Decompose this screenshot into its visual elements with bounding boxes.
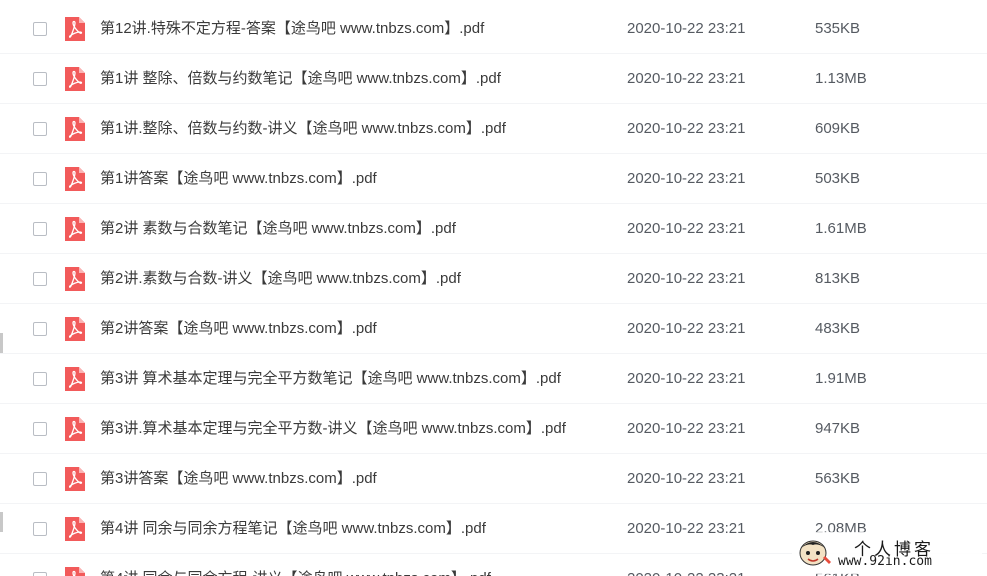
mascot-icon bbox=[796, 536, 832, 575]
row-checkbox[interactable] bbox=[33, 422, 47, 436]
file-size: 483KB bbox=[815, 320, 861, 337]
file-modified-date: 2020-10-22 23:21 bbox=[627, 370, 746, 387]
file-name[interactable]: 第3讲答案【途鸟吧 www.tnbzs.com】.pdf bbox=[100, 469, 377, 489]
pdf-icon bbox=[63, 566, 87, 576]
pdf-icon bbox=[63, 166, 87, 192]
pdf-icon bbox=[63, 66, 87, 92]
file-name[interactable]: 第1讲.整除、倍数与约数-讲义【途鸟吧 www.tnbzs.com】.pdf bbox=[100, 119, 506, 139]
row-checkbox[interactable] bbox=[33, 572, 47, 576]
row-checkbox[interactable] bbox=[33, 322, 47, 336]
scrollbar-marker[interactable] bbox=[0, 333, 3, 353]
file-row[interactable]: 第3讲.算术基本定理与完全平方数-讲义【途鸟吧 www.tnbzs.com】.p… bbox=[0, 404, 987, 454]
pdf-icon bbox=[63, 16, 87, 42]
file-row[interactable]: 第2讲.素数与合数-讲义【途鸟吧 www.tnbzs.com】.pdf 2020… bbox=[0, 254, 987, 304]
file-name[interactable]: 第2讲 素数与合数笔记【途鸟吧 www.tnbzs.com】.pdf bbox=[100, 219, 456, 239]
file-row[interactable]: 第2讲答案【途鸟吧 www.tnbzs.com】.pdf 2020-10-22 … bbox=[0, 304, 987, 354]
file-list: 第12讲.特殊不定方程-答案【途鸟吧 www.tnbzs.com】.pdf 20… bbox=[0, 0, 987, 576]
file-modified-date: 2020-10-22 23:21 bbox=[627, 569, 745, 576]
file-row[interactable]: 第3讲 算术基本定理与完全平方数笔记【途鸟吧 www.tnbzs.com】.pd… bbox=[0, 354, 987, 404]
file-name[interactable]: 第4讲.同余与同余方程-讲义【途鸟吧 www.tnbzs.com】.pdf bbox=[100, 569, 491, 576]
row-checkbox[interactable] bbox=[33, 372, 47, 386]
file-modified-date: 2020-10-22 23:21 bbox=[627, 220, 746, 237]
row-checkbox[interactable] bbox=[33, 472, 47, 486]
file-size: 535KB bbox=[815, 20, 861, 37]
file-modified-date: 2020-10-22 23:21 bbox=[627, 170, 746, 187]
file-size: 609KB bbox=[815, 120, 861, 137]
file-name[interactable]: 第12讲.特殊不定方程-答案【途鸟吧 www.tnbzs.com】.pdf bbox=[100, 19, 484, 39]
row-checkbox[interactable] bbox=[33, 22, 47, 36]
watermark-url: www.92in.com bbox=[838, 554, 932, 569]
file-name[interactable]: 第3讲 算术基本定理与完全平方数笔记【途鸟吧 www.tnbzs.com】.pd… bbox=[100, 369, 561, 389]
file-modified-date: 2020-10-22 23:21 bbox=[627, 120, 746, 137]
file-size: 563KB bbox=[815, 470, 861, 487]
file-name[interactable]: 第1讲 整除、倍数与约数笔记【途鸟吧 www.tnbzs.com】.pdf bbox=[100, 69, 501, 89]
pdf-icon bbox=[63, 316, 87, 342]
file-modified-date: 2020-10-22 23:21 bbox=[627, 70, 746, 87]
file-size: 813KB bbox=[815, 270, 861, 287]
file-row[interactable]: 第1讲答案【途鸟吧 www.tnbzs.com】.pdf 2020-10-22 … bbox=[0, 154, 987, 204]
pdf-icon bbox=[63, 416, 87, 442]
pdf-icon bbox=[63, 116, 87, 142]
row-checkbox[interactable] bbox=[33, 522, 47, 536]
file-modified-date: 2020-10-22 23:21 bbox=[627, 270, 746, 287]
file-row[interactable]: 第3讲答案【途鸟吧 www.tnbzs.com】.pdf 2020-10-22 … bbox=[0, 454, 987, 504]
file-modified-date: 2020-10-22 23:21 bbox=[627, 320, 746, 337]
file-name[interactable]: 第3讲.算术基本定理与完全平方数-讲义【途鸟吧 www.tnbzs.com】.p… bbox=[100, 419, 566, 439]
watermark: 个人博客 www.92in.com bbox=[792, 532, 982, 574]
file-size: 947KB bbox=[815, 420, 861, 437]
file-name[interactable]: 第2讲答案【途鸟吧 www.tnbzs.com】.pdf bbox=[100, 319, 377, 339]
row-checkbox[interactable] bbox=[33, 172, 47, 186]
pdf-icon bbox=[63, 516, 87, 542]
file-name[interactable]: 第1讲答案【途鸟吧 www.tnbzs.com】.pdf bbox=[100, 169, 377, 189]
scrollbar-marker[interactable] bbox=[0, 512, 3, 532]
row-checkbox[interactable] bbox=[33, 222, 47, 236]
file-name[interactable]: 第4讲 同余与同余方程笔记【途鸟吧 www.tnbzs.com】.pdf bbox=[100, 519, 486, 539]
row-checkbox[interactable] bbox=[33, 72, 47, 86]
file-row[interactable]: 第1讲 整除、倍数与约数笔记【途鸟吧 www.tnbzs.com】.pdf 20… bbox=[0, 54, 987, 104]
pdf-icon bbox=[63, 366, 87, 392]
file-modified-date: 2020-10-22 23:21 bbox=[627, 520, 746, 537]
row-checkbox[interactable] bbox=[33, 272, 47, 286]
pdf-icon bbox=[63, 466, 87, 492]
file-size: 1.13MB bbox=[815, 70, 867, 87]
file-modified-date: 2020-10-22 23:21 bbox=[627, 20, 746, 37]
pdf-icon bbox=[63, 216, 87, 242]
file-size: 503KB bbox=[815, 170, 861, 187]
file-size: 1.91MB bbox=[815, 370, 867, 387]
file-modified-date: 2020-10-22 23:21 bbox=[627, 470, 746, 487]
file-name[interactable]: 第2讲.素数与合数-讲义【途鸟吧 www.tnbzs.com】.pdf bbox=[100, 269, 461, 289]
file-size: 1.61MB bbox=[815, 220, 867, 237]
file-modified-date: 2020-10-22 23:21 bbox=[627, 420, 746, 437]
file-row[interactable]: 第1讲.整除、倍数与约数-讲义【途鸟吧 www.tnbzs.com】.pdf 2… bbox=[0, 104, 987, 154]
file-row[interactable]: 第12讲.特殊不定方程-答案【途鸟吧 www.tnbzs.com】.pdf 20… bbox=[0, 4, 987, 54]
file-row[interactable]: 第2讲 素数与合数笔记【途鸟吧 www.tnbzs.com】.pdf 2020-… bbox=[0, 204, 987, 254]
row-checkbox[interactable] bbox=[33, 122, 47, 136]
pdf-icon bbox=[63, 266, 87, 292]
